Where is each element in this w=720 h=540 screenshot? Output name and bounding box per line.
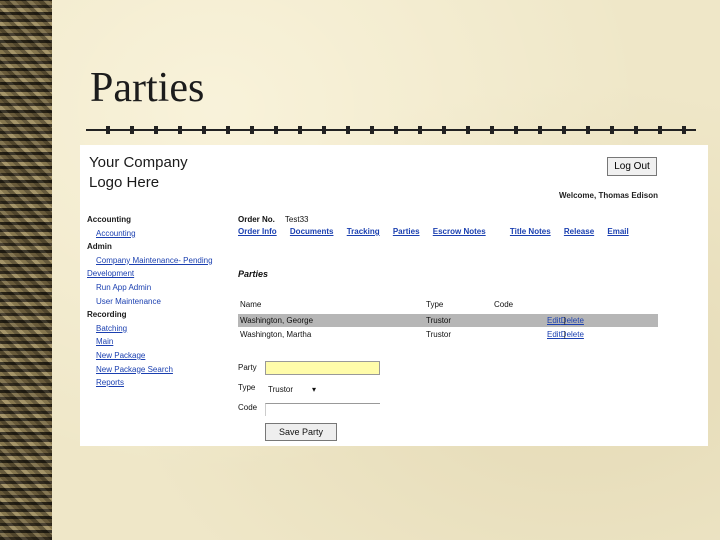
tab-release[interactable]: Release bbox=[564, 227, 594, 236]
order-number-label: Order No. bbox=[238, 215, 275, 224]
chevron-down-icon: ▾ bbox=[311, 385, 316, 394]
tab-tracking[interactable]: Tracking bbox=[347, 227, 380, 236]
save-party-button[interactable]: Save Party bbox=[265, 423, 337, 441]
nav-item-reports[interactable]: Reports bbox=[87, 376, 213, 390]
type-select-value: Trustor bbox=[268, 385, 294, 394]
type-label: Type bbox=[238, 383, 256, 392]
order-number: Order No. Test33 bbox=[238, 215, 318, 224]
cell-type: Trustor bbox=[426, 316, 452, 325]
table-row[interactable]: Washington, Martha Trustor Edit | Delete bbox=[238, 328, 658, 341]
nav-item-accounting[interactable]: Accounting bbox=[87, 227, 213, 241]
column-header-type: Type bbox=[426, 300, 444, 309]
row-actions: Edit | Delete bbox=[547, 316, 584, 325]
nav-header-recording: Recording bbox=[87, 310, 127, 320]
party-label: Party bbox=[238, 363, 257, 372]
type-select[interactable]: Trustor ▾ bbox=[265, 383, 320, 397]
tab-parties[interactable]: Parties bbox=[393, 227, 420, 236]
nav-header-admin: Admin bbox=[87, 242, 112, 252]
nav-item-company-maintenance[interactable]: Company Maintenance- Pending bbox=[87, 254, 213, 268]
row-actions: Edit | Delete bbox=[547, 330, 584, 339]
divider-dots bbox=[86, 126, 696, 134]
tab-title-notes[interactable]: Title Notes bbox=[510, 227, 551, 236]
tab-order-info[interactable]: Order Info bbox=[238, 227, 277, 236]
order-tabs: Order Info Documents Tracking Parties Es… bbox=[238, 227, 640, 236]
sidebar-nav: Accounting Accounting Admin Company Main… bbox=[87, 213, 213, 390]
nav-item-development[interactable]: Development bbox=[87, 267, 213, 281]
edit-link[interactable]: Edit bbox=[547, 316, 561, 325]
logo-line-1: Your Company bbox=[89, 154, 188, 171]
party-input[interactable] bbox=[265, 361, 380, 375]
cell-type: Trustor bbox=[426, 330, 452, 339]
nav-item-new-package-search[interactable]: New Package Search bbox=[87, 363, 213, 377]
cell-name: Washington, George bbox=[240, 316, 314, 325]
table-row[interactable]: Washington, George Trustor Edit | Delete bbox=[238, 314, 658, 327]
nav-item-user-maintenance[interactable]: User Maintenance bbox=[87, 295, 213, 309]
tab-escrow-notes[interactable]: Escrow Notes bbox=[433, 227, 486, 236]
welcome-text: Welcome, Thomas Edison bbox=[559, 191, 658, 200]
company-logo: Your Company Logo Here bbox=[89, 153, 188, 193]
nav-item-main[interactable]: Main bbox=[87, 335, 213, 349]
logout-button[interactable]: Log Out bbox=[607, 157, 657, 176]
order-number-value: Test33 bbox=[284, 215, 309, 224]
slide-title: Parties bbox=[90, 65, 205, 111]
code-input[interactable] bbox=[265, 403, 380, 416]
tab-email[interactable]: Email bbox=[607, 227, 628, 236]
parties-table-header: Name Type Code bbox=[238, 300, 658, 312]
app-screenshot: Your Company Logo Here Log Out Welcome, … bbox=[80, 145, 708, 446]
column-header-code: Code bbox=[494, 300, 514, 309]
binding-strip bbox=[0, 0, 52, 540]
edit-link[interactable]: Edit bbox=[547, 330, 561, 339]
section-title: Parties bbox=[238, 269, 269, 279]
nav-item-batching[interactable]: Batching bbox=[87, 322, 213, 336]
column-header-name: Name bbox=[240, 300, 262, 309]
code-label: Code bbox=[238, 403, 258, 412]
cell-name: Washington, Martha bbox=[240, 330, 312, 339]
tab-documents[interactable]: Documents bbox=[290, 227, 334, 236]
nav-header-accounting: Accounting bbox=[87, 215, 131, 224]
nav-item-new-package[interactable]: New Package bbox=[87, 349, 213, 363]
nav-item-run-app-admin[interactable]: Run App Admin bbox=[87, 281, 213, 295]
logo-line-2: Logo Here bbox=[89, 174, 160, 191]
